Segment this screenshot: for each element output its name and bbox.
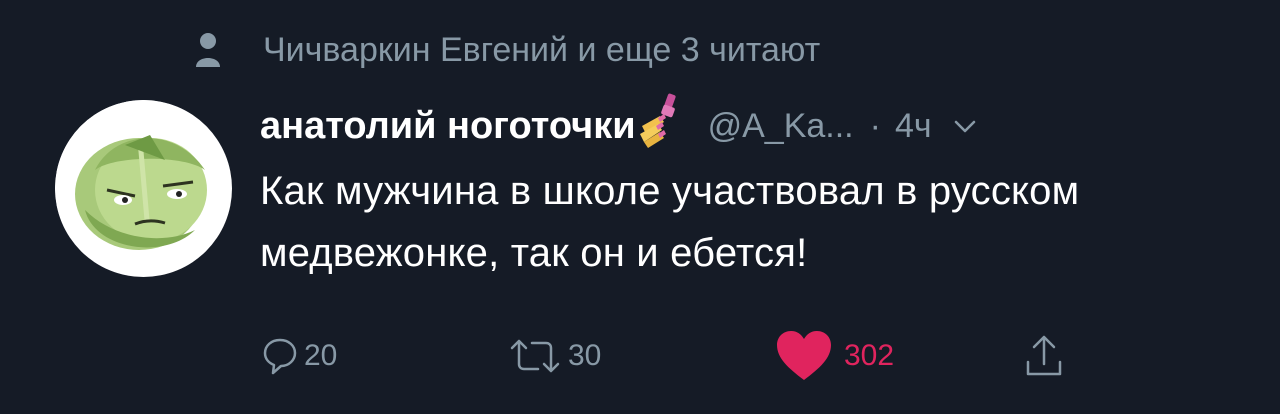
heart-icon [774, 328, 834, 384]
tweet[interactable]: Чичваркин Евгений и еще 3 читают анатоли… [0, 0, 1280, 414]
person-icon [195, 32, 221, 68]
chevron-down-icon[interactable] [952, 113, 978, 139]
handle[interactable]: @A_Ka... [708, 107, 854, 146]
separator-dot: · [869, 106, 881, 145]
retweet-button[interactable]: 30 [508, 326, 601, 386]
share-icon [1024, 334, 1064, 378]
retweet-count: 30 [568, 339, 602, 372]
like-count: 302 [844, 339, 895, 372]
like-button[interactable]: 302 [774, 326, 894, 386]
avatar[interactable] [55, 100, 232, 277]
reply-button[interactable]: 20 [262, 326, 337, 386]
reply-icon [262, 336, 298, 376]
social-context-text: Чичваркин Евгений и еще 3 читают [263, 30, 821, 69]
timestamp[interactable]: 4ч [895, 107, 932, 146]
reply-count: 20 [304, 339, 338, 372]
social-context[interactable]: Чичваркин Евгений и еще 3 читают [195, 28, 820, 72]
tweet-header: анатолий ноготочки @A_Ka... · 4ч [260, 90, 978, 162]
share-button[interactable] [1024, 326, 1064, 386]
cabbage-avatar-icon [55, 100, 231, 276]
nail-polish-emoji-icon [638, 92, 682, 148]
display-name[interactable]: анатолий ноготочки [260, 105, 636, 148]
tweet-actions: 20 30 302 [262, 326, 1122, 386]
tweet-text: Как мужчина в школе участвовал в русском… [260, 169, 1080, 275]
retweet-icon [508, 336, 562, 376]
